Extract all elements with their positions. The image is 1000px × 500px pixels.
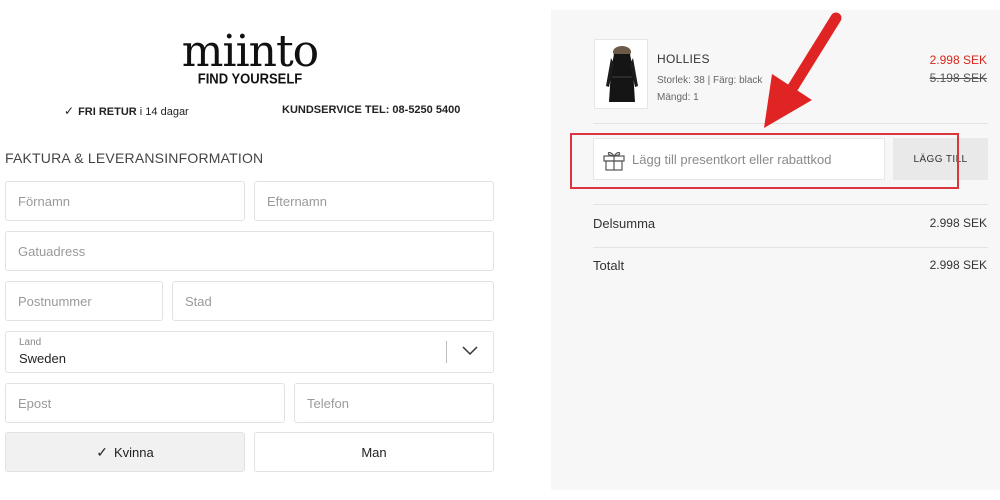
order-summary-panel: HOLLIES Storlek: 38 | Färg: black Mängd:…: [551, 10, 1000, 490]
email-field[interactable]: [5, 383, 285, 423]
divider: [593, 204, 988, 205]
gift-icon: [603, 151, 625, 171]
subtotal-label: Delsumma: [593, 216, 656, 231]
country-label: Land: [19, 337, 42, 348]
billing-section-title: FAKTURA & LEVERANSINFORMATION: [5, 150, 264, 166]
sale-price: 2.998 SEK: [929, 53, 987, 67]
first-name-field[interactable]: [5, 181, 245, 221]
free-return-days: i 14 dagar: [139, 106, 189, 118]
zip-input[interactable]: [6, 282, 162, 320]
email-input[interactable]: [6, 384, 284, 422]
gender-male-button[interactable]: Man: [254, 432, 494, 472]
city-input[interactable]: [173, 282, 493, 320]
miinto-logo[interactable]: miinto: [0, 30, 500, 74]
checkout-form-column: miinto FIND YOURSELF ✓ FRI RETUR i 14 dag…: [0, 0, 540, 500]
gender-female-button[interactable]: ✓ Kvinna: [5, 432, 245, 472]
check-icon: ✓: [64, 104, 75, 118]
gift-code-field[interactable]: [593, 138, 885, 180]
total-value: 2.998 SEK: [929, 258, 987, 272]
product-thumbnail[interactable]: [594, 39, 648, 109]
zip-field[interactable]: [5, 281, 163, 321]
free-return-label: FRI RETUR: [78, 106, 137, 118]
last-name-input[interactable]: [255, 182, 493, 220]
street-input[interactable]: [6, 232, 493, 270]
free-return-perk: ✓ FRI RETUR i 14 dagar: [64, 104, 189, 118]
divider: [593, 123, 988, 124]
product-quantity: Mängd: 1: [657, 92, 699, 103]
total-label: Totalt: [593, 258, 625, 273]
city-field[interactable]: [172, 281, 494, 321]
country-select[interactable]: Land Sweden: [5, 331, 494, 373]
country-value: Sweden: [19, 351, 66, 366]
gift-code-input[interactable]: [632, 139, 880, 179]
phone-field[interactable]: [294, 383, 494, 423]
check-icon: ✓: [96, 443, 108, 460]
add-code-button[interactable]: LÄGG TILL: [893, 138, 988, 180]
coat-image: [606, 46, 638, 102]
product-attributes: Storlek: 38 | Färg: black: [657, 75, 763, 86]
street-field[interactable]: [5, 231, 494, 271]
product-name[interactable]: HOLLIES: [657, 52, 710, 66]
gender-female-label: Kvinna: [113, 444, 154, 460]
select-divider: [446, 341, 447, 363]
original-price: 5.198 SEK: [929, 71, 987, 85]
subtotal-value: 2.998 SEK: [929, 216, 987, 230]
gender-male-label: Man: [361, 444, 387, 460]
last-name-field[interactable]: [254, 181, 494, 221]
chevron-down-icon[interactable]: [461, 344, 479, 358]
customer-service-phone: KUNDSERVICE TEL: 08-5250 5400: [282, 104, 461, 116]
logo-tagline: FIND YOURSELF: [197, 69, 303, 88]
phone-input[interactable]: [295, 384, 493, 422]
divider: [593, 247, 988, 248]
first-name-input[interactable]: [6, 182, 244, 220]
